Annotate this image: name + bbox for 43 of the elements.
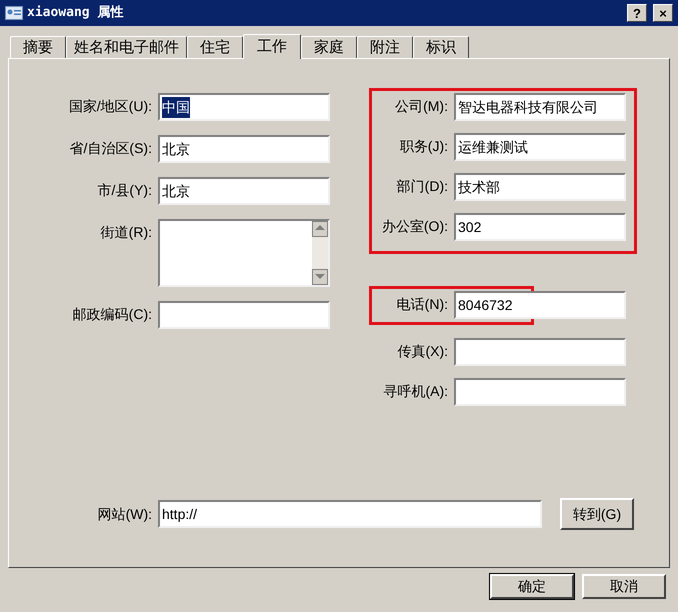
field-label: 传真(X): [396,342,448,361]
field-label: 省/自治区(S): [68,139,152,158]
text-field[interactable]: 8046732 [454,291,626,319]
field-label: 公司(M): [394,97,448,116]
field-label: 寻呼机(A): [382,382,448,401]
text-field[interactable]: 302 [454,213,626,241]
tab[interactable]: 住宅 [187,36,243,58]
text-field[interactable] [158,301,330,329]
scroll-up-icon[interactable] [312,221,328,237]
contact-card-icon [5,6,23,20]
field-label: 电话(N): [396,295,448,314]
text-field[interactable]: 运维兼测试 [454,133,626,161]
text-field[interactable]: 中国 [158,93,330,121]
field-label: 部门(D): [396,177,448,196]
url-field[interactable]: http:// [158,500,542,528]
field-label: 国家/地区(U): [68,97,152,116]
field-label: 街道(R): [100,223,152,242]
tab[interactable]: 标识 [413,36,469,58]
scroll-down-icon[interactable] [312,269,328,285]
tab[interactable]: 家庭 [301,36,357,58]
text-field[interactable]: 北京 [158,177,330,205]
tab[interactable]: 摘要 [10,36,66,58]
help-button[interactable]: ? [627,4,647,22]
tab[interactable]: 工作 [243,34,301,59]
text-field[interactable] [454,338,626,366]
text-field[interactable]: 北京 [158,135,330,163]
field-label: 邮政编码(C): [72,305,152,324]
field-label: 市/县(Y): [96,181,152,200]
tab[interactable]: 姓名和电子邮件 [66,36,187,58]
field-label: 网站(W): [96,504,152,524]
text-field[interactable]: 智达电器科技有限公司 [454,93,626,121]
text-field[interactable] [454,378,626,406]
go-button[interactable]: 转到(G) [560,498,634,530]
close-button[interactable]: × [653,4,673,22]
ok-button[interactable]: 确定 [490,574,574,599]
cancel-button[interactable]: 取消 [582,574,666,599]
text-area[interactable] [158,219,330,287]
field-label: 职务(J): [398,137,448,156]
field-label: 办公室(O): [380,217,448,236]
tab[interactable]: 附注 [357,36,413,58]
scrollbar[interactable] [312,221,328,285]
window-title: xiaowang 属性 [27,4,124,22]
text-field[interactable]: 技术部 [454,173,626,201]
